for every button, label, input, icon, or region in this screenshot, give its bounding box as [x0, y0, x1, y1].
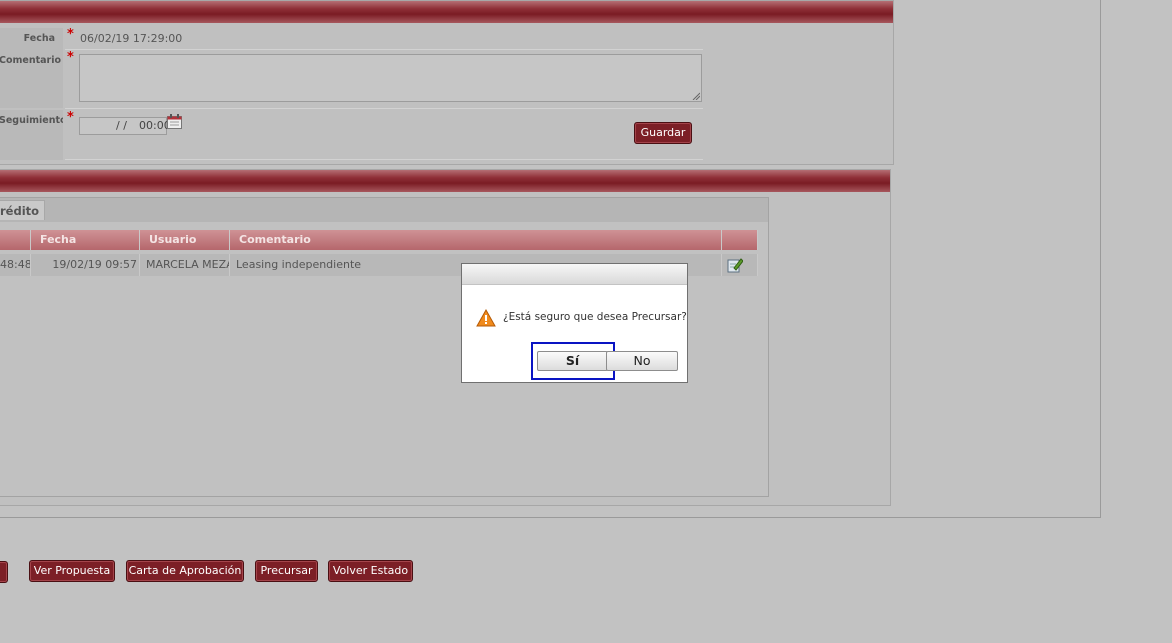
seguimiento-date-input[interactable]: / / 00:00 [79, 117, 171, 135]
ver-propuesta-button[interactable]: Ver Propuesta [29, 560, 115, 582]
partial-left-button[interactable] [0, 561, 8, 583]
divider [65, 49, 703, 50]
dialog-titlebar[interactable] [462, 264, 687, 285]
task-form-panel: Fecha Tarea * 06/02/19 17:29:00 Comentar… [0, 0, 894, 165]
cell-time: 48:48 [0, 254, 31, 276]
tab-strip [0, 198, 768, 222]
column-header-usuario[interactable]: Usuario [140, 230, 230, 250]
no-button[interactable]: No [606, 351, 678, 371]
confirm-dialog: ¿Está seguro que desea Precursar? Sí No [461, 263, 688, 383]
panel-header [0, 1, 893, 23]
cell-fecha-seguimiento: 19/02/19 09:57 [31, 254, 140, 276]
calendar-icon[interactable] [167, 114, 182, 129]
column-header-blank [0, 230, 31, 250]
date-value: / / [116, 119, 127, 132]
volver-estado-button[interactable]: Volver Estado [328, 560, 413, 582]
comentario-label: Comentario [0, 50, 63, 108]
divider [65, 159, 703, 160]
resize-grip-icon[interactable] [692, 92, 700, 100]
time-value: 00:00 [139, 119, 171, 132]
required-marker: * [67, 110, 74, 125]
warning-icon [476, 309, 496, 327]
precursar-button[interactable]: Precursar [255, 560, 318, 582]
column-header-comentario[interactable]: Comentario [230, 230, 722, 250]
comentario-textarea[interactable] [79, 54, 702, 102]
edit-icon[interactable] [727, 257, 743, 273]
column-header-fecha-seguimiento[interactable]: Fecha Seguimiento [31, 230, 140, 266]
carta-aprobacion-button[interactable]: Carta de Aprobación [126, 560, 244, 582]
dialog-message: ¿Está seguro que desea Precursar? [503, 311, 687, 323]
seguimiento-label: Seguimiento [0, 110, 63, 160]
required-marker: * [67, 50, 74, 65]
column-header-actions [722, 230, 758, 250]
required-marker: * [67, 27, 74, 42]
panel-header [0, 170, 890, 192]
tab-credito[interactable]: rédito [0, 200, 45, 220]
cell-actions [722, 254, 758, 276]
cell-usuario: MARCELA MEZA [140, 254, 230, 276]
guardar-button[interactable]: Guardar [634, 122, 692, 144]
fecha-tarea-label: Fecha Tarea [0, 28, 63, 66]
yes-button[interactable]: Sí [537, 351, 608, 371]
divider [65, 108, 703, 109]
fecha-tarea-value: 06/02/19 17:29:00 [80, 32, 183, 45]
